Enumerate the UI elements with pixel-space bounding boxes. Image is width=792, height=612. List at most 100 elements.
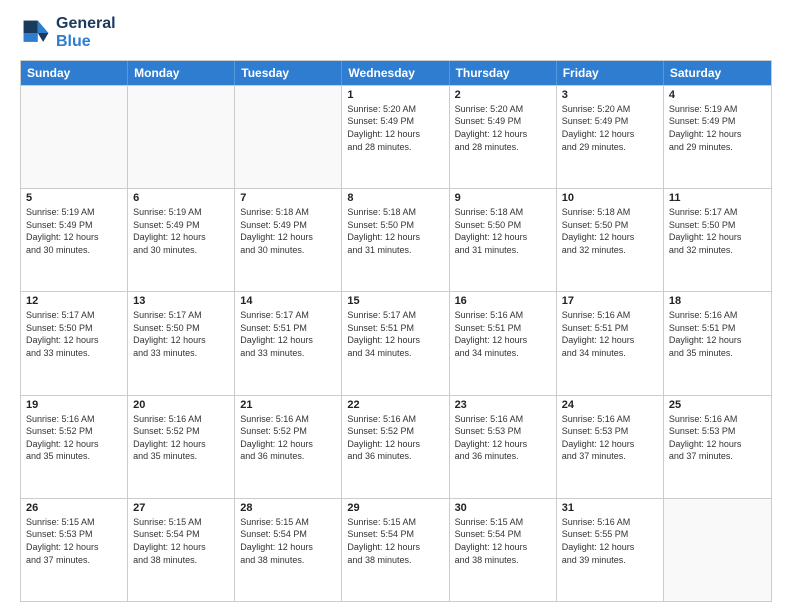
cal-cell: 26Sunrise: 5:15 AM Sunset: 5:53 PM Dayli… (21, 499, 128, 601)
cal-cell: 5 Sunrise: 5:19 AM Sunset: 5:49 PM Daylig… (21, 189, 128, 291)
day-number: 8 (347, 192, 443, 204)
cal-cell: 13 Sunrise: 5:17 AM Sunset: 5:50 PM Dayli… (128, 292, 235, 394)
cell-info: Sunrise: 5:16 AM Sunset: 5:53 PM Dayligh… (669, 413, 766, 463)
cell-info: Sunrise: 5:20 AM Sunset: 5:49 PM Dayligh… (347, 103, 443, 153)
day-number: 9 (455, 192, 551, 204)
cal-cell: 12 Sunrise: 5:17 AM Sunset: 5:50 PM Dayli… (21, 292, 128, 394)
calendar-header: SundayMondayTuesdayWednesdayThursdayFrid… (21, 61, 771, 85)
week-row-1: 1 Sunrise: 5:20 AM Sunset: 5:49 PM Daylig… (21, 85, 771, 188)
cell-info: Sunrise: 5:15 AM Sunset: 5:54 PM Dayligh… (347, 516, 443, 566)
cell-info: Sunrise: 5:17 AM Sunset: 5:51 PM Dayligh… (347, 309, 443, 359)
header-day-friday: Friday (557, 61, 664, 85)
cell-info: Sunrise: 5:16 AM Sunset: 5:51 PM Dayligh… (455, 309, 551, 359)
day-number: 10 (562, 192, 658, 204)
day-number: 3 (562, 89, 658, 101)
day-number: 31 (562, 502, 658, 514)
day-number: 20 (133, 399, 229, 411)
cal-cell: 28Sunrise: 5:15 AM Sunset: 5:54 PM Dayli… (235, 499, 342, 601)
cal-cell: 22Sunrise: 5:16 AM Sunset: 5:52 PM Dayli… (342, 396, 449, 498)
day-number: 29 (347, 502, 443, 514)
cell-info: Sunrise: 5:17 AM Sunset: 5:50 PM Dayligh… (26, 309, 122, 359)
header-day-thursday: Thursday (450, 61, 557, 85)
day-number: 23 (455, 399, 551, 411)
cell-info: Sunrise: 5:16 AM Sunset: 5:52 PM Dayligh… (240, 413, 336, 463)
cell-info: Sunrise: 5:17 AM Sunset: 5:50 PM Dayligh… (133, 309, 229, 359)
cell-info: Sunrise: 5:18 AM Sunset: 5:50 PM Dayligh… (562, 206, 658, 256)
header-day-wednesday: Wednesday (342, 61, 449, 85)
cell-info: Sunrise: 5:19 AM Sunset: 5:49 PM Dayligh… (133, 206, 229, 256)
day-number: 4 (669, 89, 766, 101)
cell-info: Sunrise: 5:17 AM Sunset: 5:51 PM Dayligh… (240, 309, 336, 359)
day-number: 21 (240, 399, 336, 411)
week-row-5: 26Sunrise: 5:15 AM Sunset: 5:53 PM Dayli… (21, 498, 771, 601)
cell-info: Sunrise: 5:18 AM Sunset: 5:49 PM Dayligh… (240, 206, 336, 256)
cal-cell: 7 Sunrise: 5:18 AM Sunset: 5:49 PM Daylig… (235, 189, 342, 291)
calendar: SundayMondayTuesdayWednesdayThursdayFrid… (20, 60, 772, 602)
cal-cell: 20 Sunrise: 5:16 AM Sunset: 5:52 PM Dayli… (128, 396, 235, 498)
day-number: 5 (26, 192, 122, 204)
cal-cell (21, 86, 128, 188)
day-number: 7 (240, 192, 336, 204)
cell-info: Sunrise: 5:18 AM Sunset: 5:50 PM Dayligh… (347, 206, 443, 256)
day-number: 17 (562, 295, 658, 307)
cal-cell: 11 Sunrise: 5:17 AM Sunset: 5:50 PM Dayli… (664, 189, 771, 291)
day-number: 13 (133, 295, 229, 307)
cell-info: Sunrise: 5:16 AM Sunset: 5:53 PM Dayligh… (455, 413, 551, 463)
cal-cell: 14 Sunrise: 5:17 AM Sunset: 5:51 PM Dayli… (235, 292, 342, 394)
logo-text: General Blue (56, 15, 116, 52)
cal-cell: 15Sunrise: 5:17 AM Sunset: 5:51 PM Dayli… (342, 292, 449, 394)
cell-info: Sunrise: 5:16 AM Sunset: 5:51 PM Dayligh… (562, 309, 658, 359)
cal-cell: 6 Sunrise: 5:19 AM Sunset: 5:49 PM Daylig… (128, 189, 235, 291)
header-day-monday: Monday (128, 61, 235, 85)
cal-cell: 16 Sunrise: 5:16 AM Sunset: 5:51 PM Dayli… (450, 292, 557, 394)
cell-info: Sunrise: 5:17 AM Sunset: 5:50 PM Dayligh… (669, 206, 766, 256)
day-number: 16 (455, 295, 551, 307)
cal-cell: 10 Sunrise: 5:18 AM Sunset: 5:50 PM Dayli… (557, 189, 664, 291)
cal-cell: 19Sunrise: 5:16 AM Sunset: 5:52 PM Dayli… (21, 396, 128, 498)
cell-info: Sunrise: 5:20 AM Sunset: 5:49 PM Dayligh… (455, 103, 551, 153)
cell-info: Sunrise: 5:19 AM Sunset: 5:49 PM Dayligh… (669, 103, 766, 153)
calendar-body: 1 Sunrise: 5:20 AM Sunset: 5:49 PM Daylig… (21, 85, 771, 601)
cal-cell (128, 86, 235, 188)
header: General Blue (20, 15, 772, 52)
cal-cell: 29 Sunrise: 5:15 AM Sunset: 5:54 PM Dayli… (342, 499, 449, 601)
day-number: 6 (133, 192, 229, 204)
day-number: 27 (133, 502, 229, 514)
cell-info: Sunrise: 5:16 AM Sunset: 5:52 PM Dayligh… (347, 413, 443, 463)
day-number: 28 (240, 502, 336, 514)
cell-info: Sunrise: 5:16 AM Sunset: 5:51 PM Dayligh… (669, 309, 766, 359)
cell-info: Sunrise: 5:16 AM Sunset: 5:52 PM Dayligh… (133, 413, 229, 463)
page: General Blue SundayMondayTuesdayWednesda… (0, 0, 792, 612)
cell-info: Sunrise: 5:19 AM Sunset: 5:49 PM Dayligh… (26, 206, 122, 256)
header-day-tuesday: Tuesday (235, 61, 342, 85)
day-number: 25 (669, 399, 766, 411)
cal-cell: 24 Sunrise: 5:16 AM Sunset: 5:53 PM Dayli… (557, 396, 664, 498)
cell-info: Sunrise: 5:15 AM Sunset: 5:53 PM Dayligh… (26, 516, 122, 566)
day-number: 2 (455, 89, 551, 101)
day-number: 12 (26, 295, 122, 307)
cal-cell: 2 Sunrise: 5:20 AM Sunset: 5:49 PM Daylig… (450, 86, 557, 188)
cal-cell: 17 Sunrise: 5:16 AM Sunset: 5:51 PM Dayli… (557, 292, 664, 394)
cell-info: Sunrise: 5:15 AM Sunset: 5:54 PM Dayligh… (455, 516, 551, 566)
day-number: 14 (240, 295, 336, 307)
week-row-4: 19Sunrise: 5:16 AM Sunset: 5:52 PM Dayli… (21, 395, 771, 498)
cell-info: Sunrise: 5:18 AM Sunset: 5:50 PM Dayligh… (455, 206, 551, 256)
day-number: 1 (347, 89, 443, 101)
cal-cell: 8 Sunrise: 5:18 AM Sunset: 5:50 PM Daylig… (342, 189, 449, 291)
week-row-3: 12 Sunrise: 5:17 AM Sunset: 5:50 PM Dayli… (21, 291, 771, 394)
cell-info: Sunrise: 5:16 AM Sunset: 5:53 PM Dayligh… (562, 413, 658, 463)
day-number: 18 (669, 295, 766, 307)
cal-cell: 3Sunrise: 5:20 AM Sunset: 5:49 PM Daylig… (557, 86, 664, 188)
cal-cell (235, 86, 342, 188)
week-row-2: 5 Sunrise: 5:19 AM Sunset: 5:49 PM Daylig… (21, 188, 771, 291)
cal-cell: 9 Sunrise: 5:18 AM Sunset: 5:50 PM Daylig… (450, 189, 557, 291)
day-number: 30 (455, 502, 551, 514)
cal-cell: 23 Sunrise: 5:16 AM Sunset: 5:53 PM Dayli… (450, 396, 557, 498)
header-day-sunday: Sunday (21, 61, 128, 85)
cal-cell: 4 Sunrise: 5:19 AM Sunset: 5:49 PM Daylig… (664, 86, 771, 188)
cell-info: Sunrise: 5:15 AM Sunset: 5:54 PM Dayligh… (133, 516, 229, 566)
day-number: 24 (562, 399, 658, 411)
logo-icon (20, 17, 52, 49)
cal-cell: 21 Sunrise: 5:16 AM Sunset: 5:52 PM Dayli… (235, 396, 342, 498)
day-number: 11 (669, 192, 766, 204)
